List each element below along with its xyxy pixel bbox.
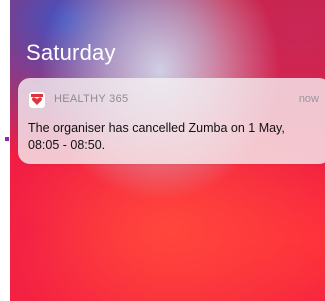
edge-marker: [5, 137, 9, 141]
app-name: HEALTHY 365: [54, 93, 129, 105]
notification-time: now: [298, 93, 319, 105]
day-title: Saturday: [26, 40, 116, 65]
heart-app-icon: [28, 91, 46, 109]
notification-header: HEALTHY 365 now: [28, 91, 319, 109]
notification-message: The organiser has cancelled Zumba on 1 M…: [28, 121, 285, 152]
notification-card[interactable]: HEALTHY 365 now The organiser has cancel…: [18, 78, 325, 164]
lock-screen: Saturday HEALTHY 365 now The organiser h…: [10, 0, 325, 301]
